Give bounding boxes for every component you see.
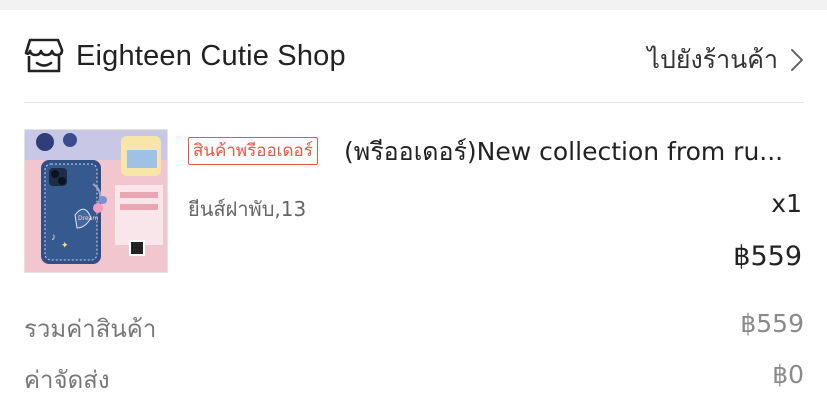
subtotal-value: ฿559 bbox=[740, 309, 804, 338]
product-variant: ยีนส์ฝาพับ,13 bbox=[188, 197, 307, 221]
product-image-graphic: Dream ♪ ✦ bbox=[25, 130, 167, 272]
subtotal-label: รวมค่าสินค้า bbox=[24, 315, 157, 343]
shop-name[interactable]: Eighteen Cutie Shop bbox=[76, 40, 346, 73]
visit-shop-link[interactable]: ไปยังร้านค้า bbox=[647, 40, 804, 80]
subtotal-row: รวมค่าสินค้า ฿559 bbox=[24, 309, 804, 345]
product-title[interactable]: (พรีออเดอร์)New collection from ru... bbox=[344, 137, 804, 167]
shipping-value: ฿0 bbox=[772, 360, 804, 389]
product-price: ฿559 bbox=[733, 241, 802, 272]
shipping-label: ค่าจัดส่ง bbox=[24, 366, 110, 394]
shipping-row: ค่าจัดส่ง ฿0 bbox=[24, 360, 804, 396]
section-divider bbox=[24, 102, 804, 103]
svg-text:Dream: Dream bbox=[78, 215, 98, 222]
chevron-right-icon[interactable] bbox=[790, 48, 804, 72]
visit-shop-label[interactable]: ไปยังร้านค้า bbox=[647, 40, 778, 80]
product-quantity: x1 bbox=[771, 189, 802, 218]
product-image[interactable]: Dream ♪ ✦ bbox=[24, 129, 168, 273]
svg-text:♪: ♪ bbox=[51, 232, 56, 243]
shop-header[interactable]: Eighteen Cutie Shop ไปยังร้านค้า bbox=[24, 30, 804, 82]
shop-icon bbox=[24, 38, 64, 73]
svg-text:✦: ✦ bbox=[61, 240, 69, 250]
top-separator bbox=[0, 0, 827, 10]
preorder-badge: สินค้าพรีออเดอร์ bbox=[188, 137, 318, 165]
